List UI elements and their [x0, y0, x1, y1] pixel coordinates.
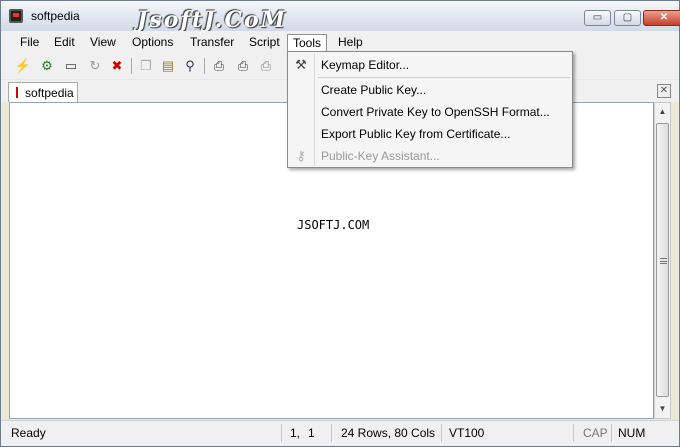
cursor-row: 1,	[290, 426, 301, 440]
find-icon[interactable]: ⚲	[181, 57, 199, 75]
menu-item-export-public-key[interactable]: Export Public Key from Certificate...	[290, 123, 570, 145]
title-bar[interactable]: softpedia JsoftJ.CoM ▭ ▢ ✕	[1, 1, 680, 33]
keymap-icon: ⚒	[295, 57, 307, 72]
menu-options[interactable]: Options	[127, 34, 178, 52]
menu-separator	[318, 77, 570, 78]
menu-view[interactable]: View	[85, 34, 121, 52]
quick-connect-icon[interactable]: ⚙	[38, 57, 56, 75]
status-separator	[281, 424, 282, 442]
status-separator	[611, 424, 612, 442]
scrollbar-thumb[interactable]	[656, 123, 669, 397]
print-setup-icon[interactable]: ⎙	[234, 57, 252, 75]
tab-status-marker	[16, 87, 18, 98]
menu-script[interactable]: Script	[244, 34, 285, 52]
scroll-grip-icon	[660, 258, 667, 264]
terminal-size: 24 Rows, 80 Cols	[341, 426, 436, 440]
close-tab-icon[interactable]: ✕	[657, 84, 671, 98]
status-separator	[441, 424, 442, 442]
menu-item-label: Keymap Editor...	[321, 58, 410, 72]
connect-icon[interactable]: ⚡	[14, 57, 32, 75]
status-separator	[331, 424, 332, 442]
menu-help[interactable]: Help	[333, 34, 368, 52]
toolbar-separator	[204, 58, 205, 74]
folder-icon[interactable]: ▭	[62, 57, 80, 75]
disconnect-icon[interactable]: ✖	[108, 57, 126, 75]
vertical-scrollbar[interactable]: ▲ ▼	[654, 102, 671, 419]
key-icon: ⚷	[296, 148, 306, 163]
menu-file[interactable]: File	[15, 34, 44, 52]
app-window: softpedia JsoftJ.CoM ▭ ▢ ✕ File Edit Vie…	[0, 0, 680, 447]
session-tab-label: softpedia	[25, 86, 74, 100]
num-lock-indicator: NUM	[618, 426, 646, 440]
copy-icon[interactable]: ❐	[137, 57, 155, 75]
status-text: Ready	[11, 426, 46, 440]
status-bar: Ready 1, 1 24 Rows, 80 Cols VT100 CAP NU…	[1, 420, 679, 446]
menu-item-label: Convert Private Key to OpenSSH Format...	[321, 105, 550, 119]
maximize-button[interactable]: ▢	[614, 10, 641, 26]
cursor-col: 1	[308, 426, 315, 440]
menu-item-convert-private-key[interactable]: Convert Private Key to OpenSSH Format...	[290, 101, 570, 123]
watermark-text: JsoftJ.CoM	[137, 7, 287, 33]
window-title: softpedia	[31, 9, 80, 23]
menu-item-create-public-key[interactable]: Create Public Key...	[290, 79, 570, 101]
minimize-button[interactable]: ▭	[584, 10, 611, 26]
menu-item-label: Create Public Key...	[321, 83, 427, 97]
status-separator	[573, 424, 574, 442]
paste-icon[interactable]: ▤	[159, 57, 177, 75]
print-icon[interactable]: ⎙	[210, 57, 228, 75]
session-tab[interactable]: softpedia	[8, 82, 78, 102]
print-screen-icon[interactable]: ⎙	[257, 57, 275, 75]
tools-menu-dropdown: ⚒ Keymap Editor... Create Public Key... …	[287, 51, 573, 168]
reconnect-icon[interactable]: ↻	[86, 57, 104, 75]
menu-item-label: Export Public Key from Certificate...	[321, 127, 511, 141]
menu-item-label: Public-Key Assistant...	[321, 149, 440, 163]
menu-bar: File Edit View Options Transfer Script T…	[1, 31, 679, 54]
menu-item-public-key-assistant: ⚷ Public-Key Assistant...	[290, 145, 570, 167]
menu-item-keymap-editor[interactable]: ⚒ Keymap Editor...	[290, 54, 570, 76]
close-button[interactable]: ✕	[643, 10, 680, 26]
caps-lock-indicator: CAP	[583, 426, 608, 440]
scroll-down-icon[interactable]: ▼	[655, 401, 670, 417]
scroll-up-icon[interactable]: ▲	[655, 104, 670, 120]
menu-transfer[interactable]: Transfer	[185, 34, 239, 52]
menu-edit[interactable]: Edit	[49, 34, 80, 52]
toolbar-separator	[131, 58, 132, 74]
app-icon[interactable]	[9, 9, 23, 23]
emulation-mode: VT100	[449, 426, 485, 440]
terminal-text: JSOFTJ.COM	[297, 218, 370, 232]
